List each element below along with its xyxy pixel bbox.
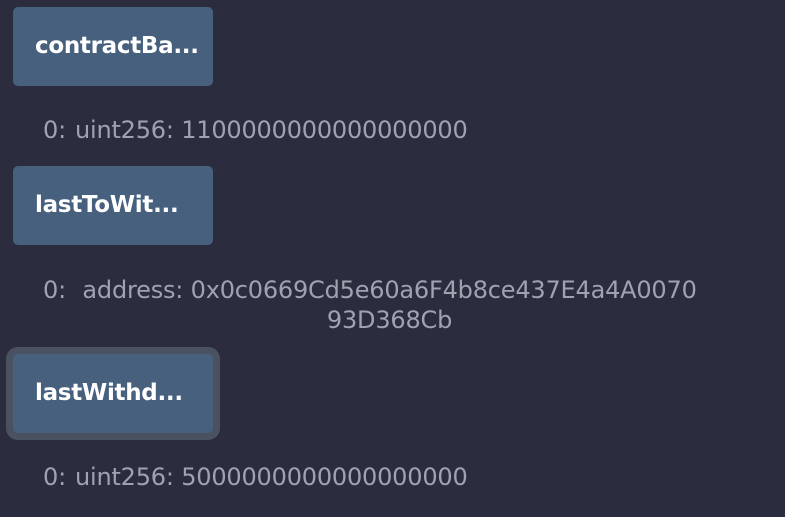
contract-balance-result: 0: uint256: 1100000000000000000 [43, 115, 468, 145]
result-value: 1100000000000000000 [181, 116, 468, 144]
result-index: 0: [43, 463, 66, 491]
last-withdraw-time-result: 0: uint256: 5000000000000000000 [43, 462, 468, 492]
result-index: 0: [43, 116, 66, 144]
last-withdraw-time-button[interactable]: lastWithd... [13, 354, 213, 433]
result-value: 5000000000000000000 [181, 463, 468, 491]
last-to-withdraw-result: 0: address: 0x0c0669Cd5e60a6F4b8ce437E4a… [43, 275, 697, 335]
contract-balance-button[interactable]: contractBa... [13, 7, 213, 86]
result-index: 0: [43, 276, 66, 304]
result-type: address: [82, 276, 184, 304]
result-type: uint256: [74, 116, 174, 144]
call-functions-panel: contractBa... 0: uint256: 110000000000000… [0, 0, 785, 517]
last-to-withdraw-button[interactable]: lastToWit... [13, 166, 213, 245]
address-value-block: address: 0x0c0669Cd5e60a6F4b8ce437E4a4A0… [82, 275, 696, 335]
result-value-line1: 0x0c0669Cd5e60a6F4b8ce437E4a4A0070 [190, 276, 697, 304]
result-value-line2: 93D368Cb [326, 306, 453, 334]
result-type: uint256: [74, 463, 174, 491]
